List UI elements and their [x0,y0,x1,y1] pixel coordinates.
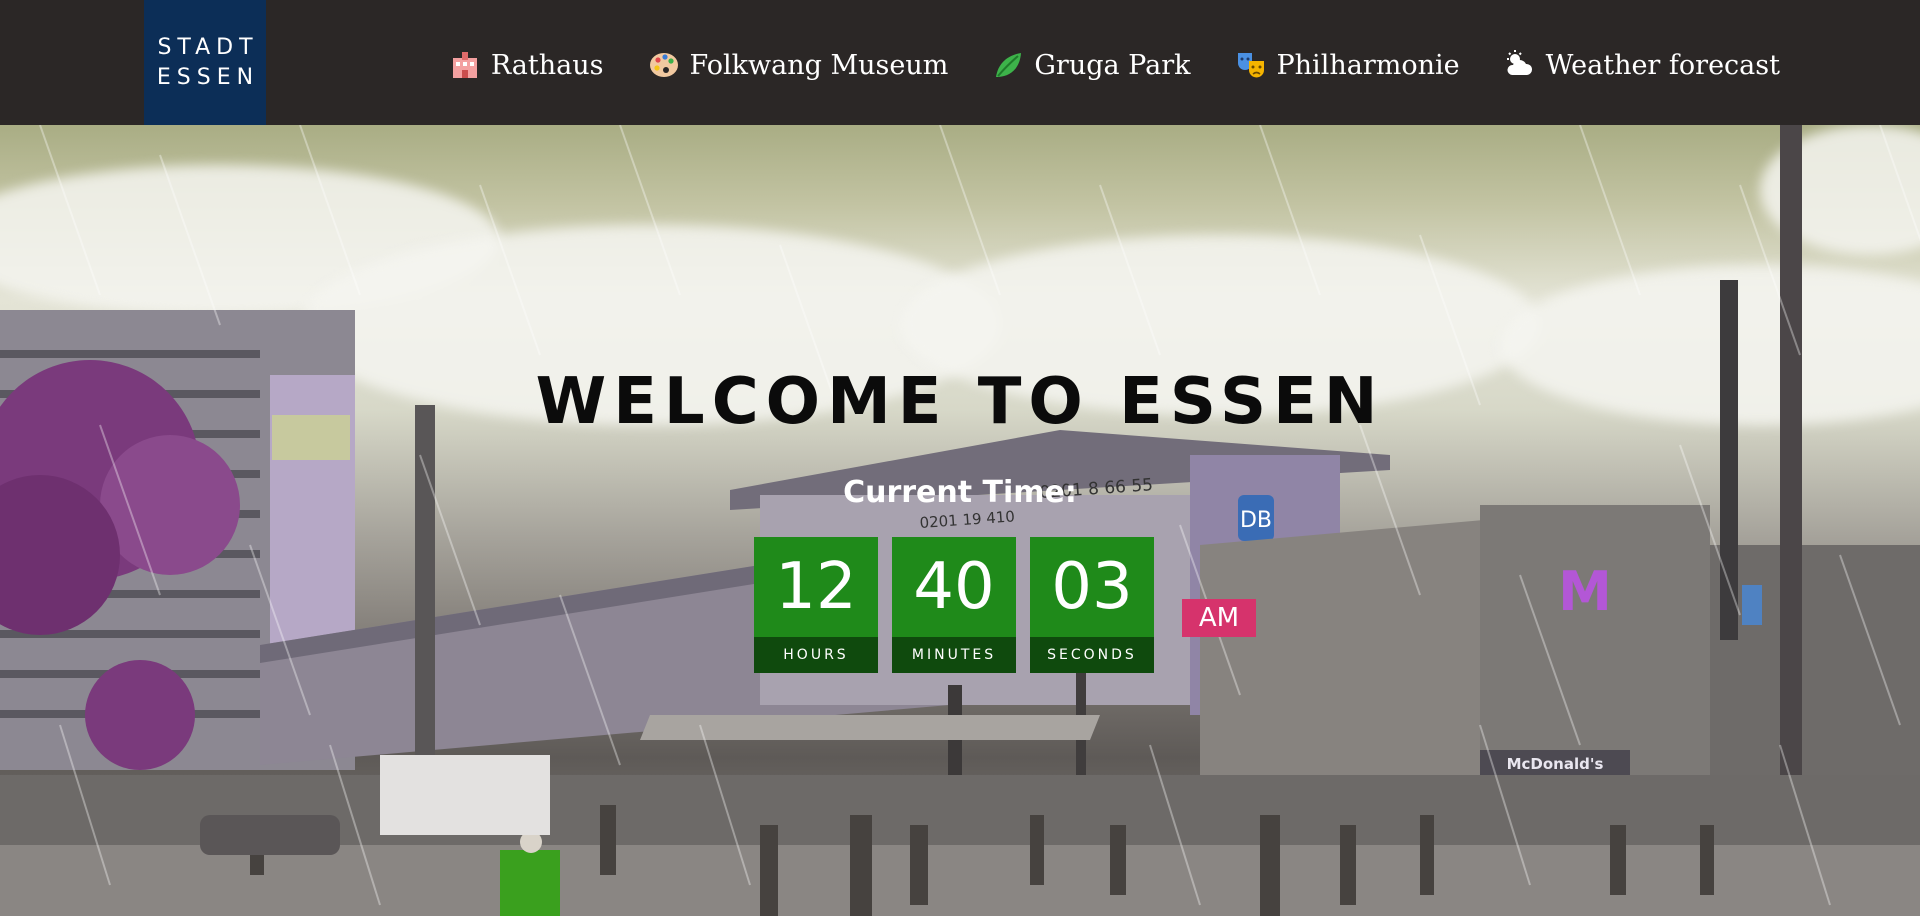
minutes-label: MINUTES [892,637,1016,673]
clock-hours: 12 HOURS [754,537,878,673]
clock-minutes: 40 MINUTES [892,537,1016,673]
nav-label: Rathaus [490,49,604,81]
clock: 12 HOURS 40 MINUTES 03 SECONDS AM [754,537,1256,673]
theater-masks-icon [1237,53,1264,78]
nav-label: Weather forecast [1545,49,1780,81]
logo-line-2: ESSEN [156,64,260,90]
station-db-sign: DB [1240,508,1272,533]
current-time-label: Current Time: [843,475,1077,510]
stadt-essen-logo[interactable]: STADT ESSEN [144,0,266,125]
top-navigation-bar: STADT ESSEN Rathaus Folkwang Museum Grug… [0,0,1920,125]
nav-label: Philharmonie [1276,49,1460,81]
am-pm-badge: AM [1182,599,1256,637]
cloud-sun-icon [1506,50,1532,75]
nav-item-weather-forecast[interactable]: Weather forecast [1504,49,1780,81]
clock-seconds: 03 SECONDS [1030,537,1154,673]
hero-title: WELCOME TO ESSEN [535,365,1385,439]
nav-item-folkwang-museum[interactable]: Folkwang Museum [648,49,949,81]
svg-text:M: M [1558,560,1612,623]
mcdonalds-sign: McDonald's [1507,755,1604,773]
seconds-label: SECONDS [1030,637,1154,673]
nav-label: Gruga Park [1034,49,1191,81]
hours-label: HOURS [754,637,878,673]
hero-section: DB 0201 8 66 55 0201 19 410 M McDonald's [0,125,1920,916]
nav-item-philharmonie[interactable]: Philharmonie [1235,49,1460,81]
main-nav: Rathaus Folkwang Museum Gruga Park Philh… [449,44,1780,86]
minutes-value: 40 [913,550,995,624]
town-hall-icon [452,52,477,78]
logo-line-1: STADT [157,34,259,60]
leaf-icon [996,53,1022,77]
palette-icon [649,53,678,77]
hours-value: 12 [775,550,857,624]
essen-station-background: DB 0201 8 66 55 0201 19 410 M McDonald's [0,125,1920,916]
nav-label: Folkwang Museum [689,49,949,81]
seconds-value: 03 [1051,550,1133,624]
nav-item-rathaus[interactable]: Rathaus [449,49,604,81]
nav-item-gruga-park[interactable]: Gruga Park [992,49,1191,81]
